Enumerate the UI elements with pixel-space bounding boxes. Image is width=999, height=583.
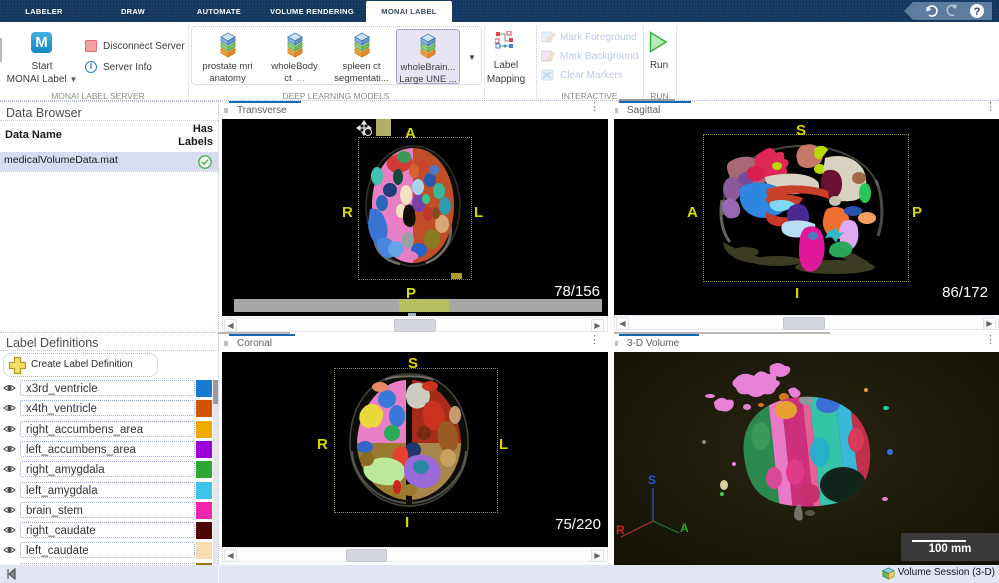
svg-text:R: R [616, 523, 625, 537]
svg-text:?: ? [974, 6, 981, 18]
svg-text:S: S [648, 473, 656, 487]
svg-text:A: A [680, 521, 689, 535]
